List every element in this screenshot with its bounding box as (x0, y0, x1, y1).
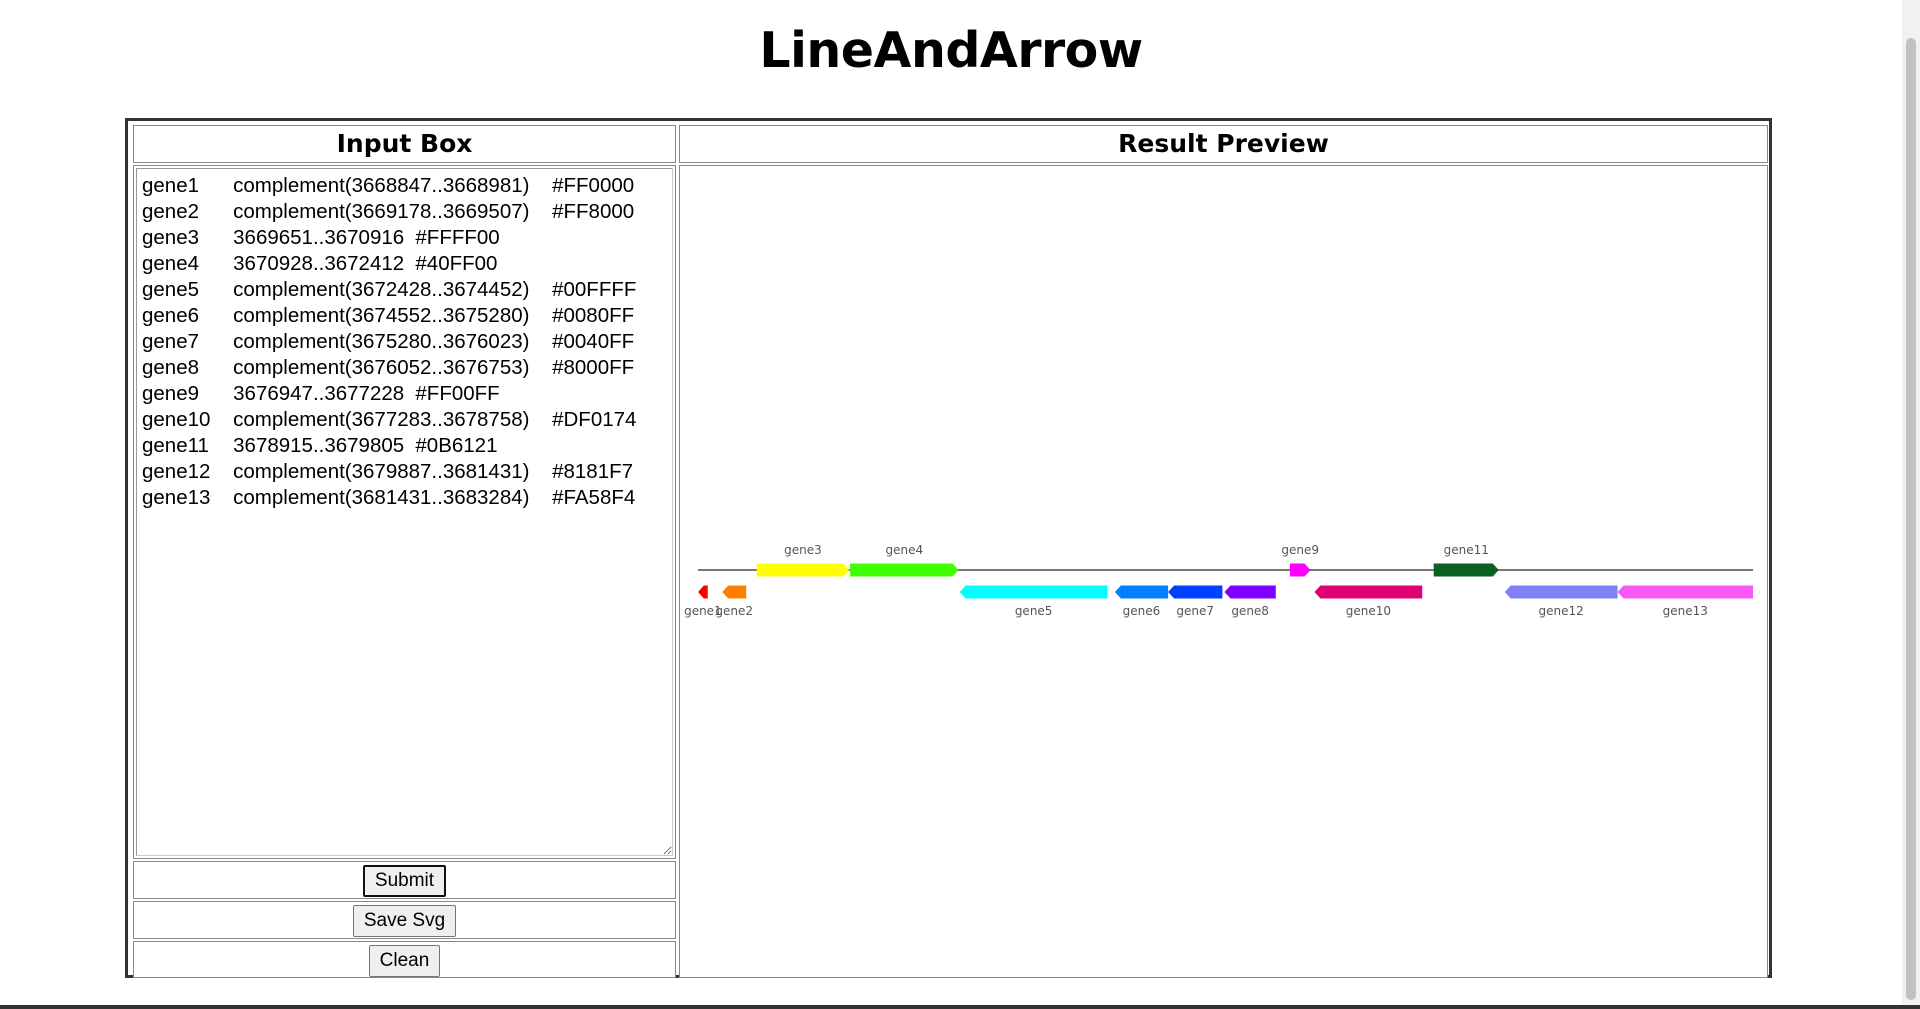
gene-arrow-gene7 (1168, 585, 1223, 599)
input-box-header: Input Box (133, 125, 676, 163)
gene-label-gene5: gene5 (1015, 604, 1053, 618)
clean-cell: Clean (133, 941, 676, 978)
submit-button[interactable]: Submit (362, 865, 447, 897)
gene-arrow-gene5 (959, 585, 1108, 599)
input-box-cell (133, 165, 676, 859)
main-table: Input Box Result Preview Submit Save Svg… (125, 118, 1772, 978)
gene-label-gene6: gene6 (1123, 604, 1161, 618)
gene-arrow-gene1 (698, 585, 708, 599)
gene-label-gene2: gene2 (715, 604, 753, 618)
result-preview-header: Result Preview (679, 125, 1768, 163)
gene-arrow-gene4 (850, 563, 959, 577)
submit-cell: Submit (133, 861, 676, 899)
gene-label-gene10: gene10 (1346, 604, 1391, 618)
gene-label-gene12: gene12 (1539, 604, 1584, 618)
gene-label-gene11: gene11 (1444, 543, 1489, 557)
gene-label-gene3: gene3 (784, 543, 822, 557)
result-preview-cell: gene1 gene2 gene3 gene4 gene5 gene6 gene7 gene8… (679, 165, 1768, 978)
save-svg-button[interactable]: Save Svg (352, 905, 457, 937)
gene-arrow-gene13 (1617, 585, 1753, 599)
gene-arrow-gene12 (1504, 585, 1618, 599)
gene-arrow-gene3 (756, 563, 850, 577)
scrollbar-thumb[interactable] (1906, 38, 1916, 1000)
clean-button[interactable]: Clean (368, 945, 441, 977)
gene-arrow-gene6 (1114, 585, 1169, 599)
gene-map-svg: gene1gene2gene3 gene4gene5 gene6 gene7 gene8… (684, 543, 1753, 618)
gene-arrow-gene11 (1433, 563, 1499, 577)
gene-label-gene13: gene13 (1663, 604, 1708, 618)
gene-label-gene9: gene9 (1281, 543, 1319, 557)
save-svg-cell: Save Svg (133, 901, 676, 939)
gene-arrow-gene8 (1224, 585, 1276, 599)
page-title: LineAndArrow (759, 22, 1143, 79)
gene-arrow-gene10 (1314, 585, 1423, 599)
gene-input-textarea[interactable] (136, 168, 673, 856)
gene-arrow-gene9 (1289, 563, 1311, 577)
page-scrollbar[interactable] (1902, 0, 1920, 1009)
gene-label-gene4: gene4 (885, 543, 923, 557)
gene-label-gene7: gene7 (1176, 604, 1214, 618)
gene-label-gene8: gene8 (1231, 604, 1269, 618)
gene-arrow-gene2 (722, 585, 747, 599)
bottom-divider (0, 1005, 1920, 1009)
